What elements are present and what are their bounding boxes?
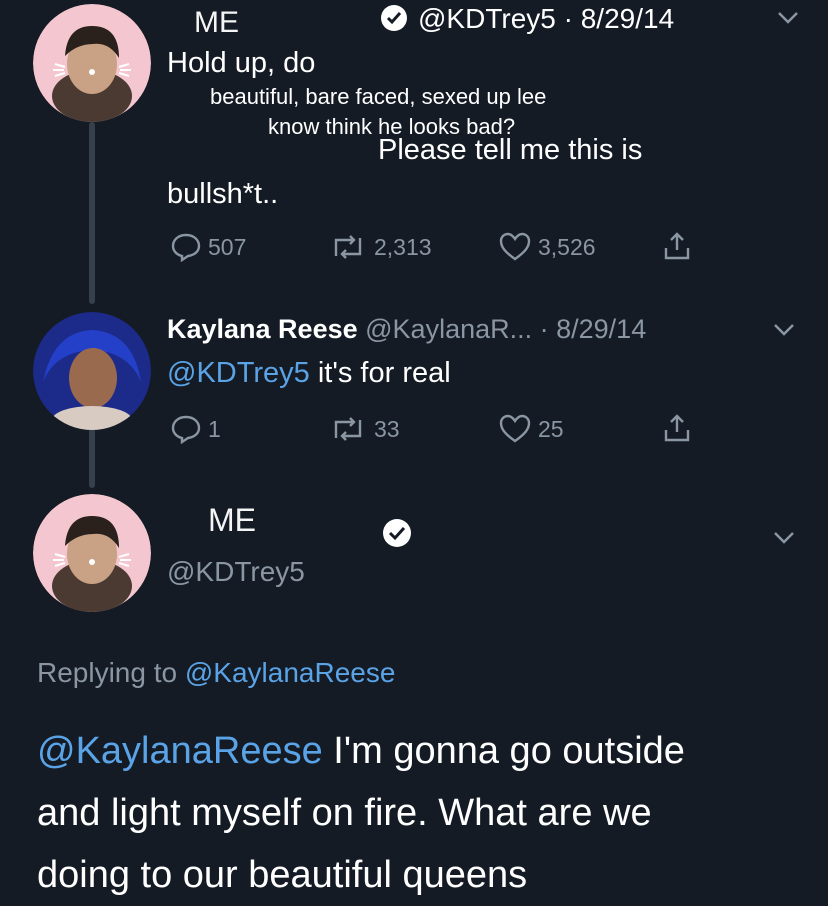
tweet3-line1-text: I'm gonna go outside xyxy=(322,730,685,772)
avatar-me-1[interactable] xyxy=(33,4,151,122)
reply-icon xyxy=(171,233,201,262)
like-button-2[interactable]: 25 xyxy=(498,414,564,444)
tweet1-text-end: bullsh*t.. xyxy=(167,178,279,210)
mention-kdtrey5[interactable]: @KDTrey5 xyxy=(167,357,310,389)
reply-button-2[interactable]: 1 xyxy=(170,414,221,444)
reply-button-1[interactable]: 507 xyxy=(170,232,246,262)
reply-icon xyxy=(171,415,201,444)
tweet3-line1: @KaylanaReese I'm gonna go outside xyxy=(37,720,817,782)
retweet-button-2[interactable]: 33 xyxy=(328,414,400,444)
verified-badge-icon xyxy=(382,518,412,548)
tweet2-body: it's for real xyxy=(309,357,451,389)
thread-line-2 xyxy=(89,428,95,488)
avatar-me-2[interactable] xyxy=(33,494,151,612)
tweet1-text-line1: Hold up, do xyxy=(167,47,316,79)
retweet-icon xyxy=(334,417,362,441)
share-icon xyxy=(664,414,690,442)
tweet2-date[interactable]: · 8/29/14 xyxy=(540,314,647,344)
tweet3-line2: and light myself on fire. What are we xyxy=(37,792,652,834)
reply-count-1: 507 xyxy=(208,233,247,260)
author-name-kaylana[interactable]: Kaylana Reese xyxy=(167,314,358,344)
overlay-name-me-2: ME xyxy=(208,502,256,538)
retweet-count-2: 33 xyxy=(374,415,400,442)
tweet2-text: @KDTrey5 it's for real xyxy=(167,356,451,391)
author-handle-me[interactable]: @KDTrey5 xyxy=(167,556,305,588)
share-icon xyxy=(664,232,690,260)
chevron-down-icon[interactable] xyxy=(772,530,796,551)
like-icon xyxy=(499,414,531,443)
share-button-2[interactable] xyxy=(662,412,692,444)
thread-line-1 xyxy=(89,122,95,304)
share-button-1[interactable] xyxy=(662,230,692,262)
like-button-1[interactable]: 3,526 xyxy=(498,232,596,262)
mention-kaylanareese[interactable]: @KaylanaReese xyxy=(37,730,323,772)
like-count-2: 25 xyxy=(538,415,564,442)
overlay-name-me-1: ME xyxy=(194,6,239,39)
avatar-kaylana[interactable] xyxy=(33,312,151,430)
retweet-button-1[interactable]: 2,313 xyxy=(328,232,432,262)
chevron-down-icon[interactable] xyxy=(776,10,800,31)
tweet3-line3: doing to our beautiful queens xyxy=(37,854,528,896)
tweet1-text-mid: Please tell me this is xyxy=(378,134,643,166)
replying-to: Replying to @KaylanaReese xyxy=(37,657,395,689)
retweet-icon xyxy=(334,235,362,259)
author-handle-kaylana[interactable]: @KaylanaR... xyxy=(365,314,532,344)
replying-prefix: Replying to xyxy=(37,657,185,688)
tweet2-header: Kaylana Reese @KaylanaR... · 8/29/14 xyxy=(167,314,646,345)
replying-to-link[interactable]: @KaylanaReese xyxy=(185,657,396,688)
retweet-count-1: 2,313 xyxy=(374,233,432,260)
like-icon xyxy=(499,232,531,261)
verified-badge-icon xyxy=(380,4,408,32)
chevron-down-icon[interactable] xyxy=(772,322,796,343)
handle-date-1[interactable]: @KDTrey5 · 8/29/14 xyxy=(418,2,674,36)
tweet3-text: @KaylanaReese I'm gonna go outside and l… xyxy=(37,720,817,906)
caption-line1: beautiful, bare faced, sexed up lee xyxy=(210,84,547,109)
like-count-1: 3,526 xyxy=(538,233,596,260)
reply-count-2: 1 xyxy=(208,415,221,442)
